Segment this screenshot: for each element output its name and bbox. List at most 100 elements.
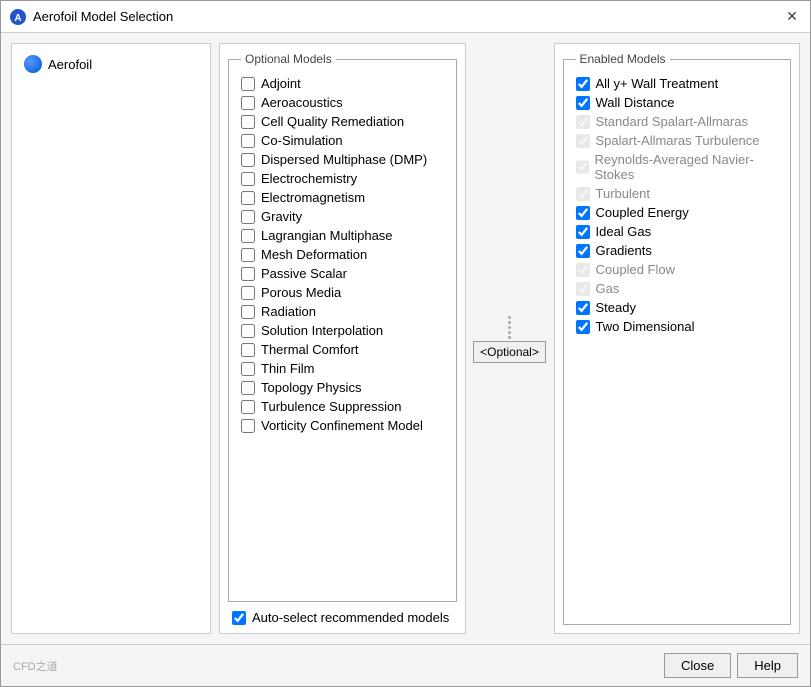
enabled-item: Coupled Flow (576, 260, 779, 279)
optional-label-18[interactable]: Vorticity Confinement Model (261, 418, 423, 433)
optional-label-13[interactable]: Solution Interpolation (261, 323, 383, 338)
enabled-label-12: Two Dimensional (596, 319, 695, 334)
optional-item: Vorticity Confinement Model (241, 416, 444, 435)
optional-checkbox-2[interactable] (241, 115, 255, 129)
auto-select-label[interactable]: Auto-select recommended models (252, 610, 449, 625)
optional-label-17[interactable]: Turbulence Suppression (261, 399, 401, 414)
auto-select-row: Auto-select recommended models (228, 602, 457, 625)
enabled-item: Steady (576, 298, 779, 317)
window-close-button[interactable]: ✕ (782, 7, 802, 27)
optional-label-11[interactable]: Porous Media (261, 285, 341, 300)
left-panel: Aerofoil (11, 43, 211, 634)
enabled-label-6: Coupled Energy (596, 205, 689, 220)
optional-label-15[interactable]: Thin Film (261, 361, 314, 376)
enabled-models-legend: Enabled Models (576, 52, 670, 66)
enabled-checkbox-12[interactable] (576, 320, 590, 334)
optional-checkbox-8[interactable] (241, 229, 255, 243)
aerofoil-label: Aerofoil (48, 57, 92, 72)
optional-label-1[interactable]: Aeroacoustics (261, 95, 343, 110)
optional-item: Electromagnetism (241, 188, 444, 207)
optional-item: Turbulence Suppression (241, 397, 444, 416)
optional-item: Adjoint (241, 74, 444, 93)
enabled-checkbox-10 (576, 282, 590, 296)
optional-checkbox-5[interactable] (241, 172, 255, 186)
window-title: Aerofoil Model Selection (33, 9, 173, 24)
optional-models-fieldset: Optional Models Adjoint Aeroacoustics Cell… (228, 52, 457, 602)
optional-label-9[interactable]: Mesh Deformation (261, 247, 367, 262)
watermark-text: CFD之道 (13, 658, 58, 674)
enabled-item: Gas (576, 279, 779, 298)
enabled-checkbox-0[interactable] (576, 77, 590, 91)
close-button[interactable]: Close (664, 653, 731, 678)
optional-label-4[interactable]: Dispersed Multiphase (DMP) (261, 152, 427, 167)
optional-label-10[interactable]: Passive Scalar (261, 266, 347, 281)
enabled-item: Ideal Gas (576, 222, 779, 241)
optional-models-panel: Optional Models Adjoint Aeroacoustics Cell… (219, 43, 466, 634)
optional-checkbox-3[interactable] (241, 134, 255, 148)
enabled-label-4: Reynolds-Averaged Navier-Stokes (595, 152, 779, 182)
optional-label-3[interactable]: Co-Simulation (261, 133, 343, 148)
content-area: Aerofoil Optional Models Adjoint Aeroacou… (1, 33, 810, 644)
enabled-checkbox-6[interactable] (576, 206, 590, 220)
optional-checkbox-1[interactable] (241, 96, 255, 110)
middle-row: Optional Models Adjoint Aeroacoustics Cell… (219, 43, 800, 634)
optional-checkbox-9[interactable] (241, 248, 255, 262)
optional-checkbox-10[interactable] (241, 267, 255, 281)
enabled-checkbox-8[interactable] (576, 244, 590, 258)
optional-checkbox-18[interactable] (241, 419, 255, 433)
optional-label-7[interactable]: Gravity (261, 209, 302, 224)
enabled-checkbox-7[interactable] (576, 225, 590, 239)
optional-item: Topology Physics (241, 378, 444, 397)
drag-handle (506, 314, 513, 341)
optional-label-0[interactable]: Adjoint (261, 76, 301, 91)
optional-label-2[interactable]: Cell Quality Remediation (261, 114, 404, 129)
optional-checkbox-0[interactable] (241, 77, 255, 91)
enabled-checkbox-4 (576, 160, 589, 174)
optional-item: Solution Interpolation (241, 321, 444, 340)
enabled-label-1: Wall Distance (596, 95, 675, 110)
main-window: A Aerofoil Model Selection ✕ Aerofoil Op… (0, 0, 811, 687)
optional-item: Passive Scalar (241, 264, 444, 283)
optional-checkbox-16[interactable] (241, 381, 255, 395)
optional-transfer-button[interactable]: <Optional> (473, 341, 546, 363)
enabled-label-11: Steady (596, 300, 636, 315)
optional-item: Thin Film (241, 359, 444, 378)
enabled-checkbox-5 (576, 187, 590, 201)
enabled-item: Spalart-Allmaras Turbulence (576, 131, 779, 150)
auto-select-checkbox[interactable] (232, 611, 246, 625)
optional-checkbox-15[interactable] (241, 362, 255, 376)
optional-label-5[interactable]: Electrochemistry (261, 171, 357, 186)
optional-checkbox-14[interactable] (241, 343, 255, 357)
tree-item-aerofoil[interactable]: Aerofoil (20, 52, 202, 76)
optional-label-16[interactable]: Topology Physics (261, 380, 361, 395)
optional-checkbox-4[interactable] (241, 153, 255, 167)
enabled-item: Turbulent (576, 184, 779, 203)
enabled-item: Two Dimensional (576, 317, 779, 336)
enabled-label-8: Gradients (596, 243, 652, 258)
enabled-item: Reynolds-Averaged Navier-Stokes (576, 150, 779, 184)
enabled-checkbox-11[interactable] (576, 301, 590, 315)
optional-label-8[interactable]: Lagrangian Multiphase (261, 228, 393, 243)
optional-checkbox-7[interactable] (241, 210, 255, 224)
enabled-label-9: Coupled Flow (596, 262, 676, 277)
optional-items-list: Adjoint Aeroacoustics Cell Quality Remedia… (241, 74, 444, 435)
optional-item: Cell Quality Remediation (241, 112, 444, 131)
optional-models-legend: Optional Models (241, 52, 336, 66)
optional-item: Lagrangian Multiphase (241, 226, 444, 245)
optional-label-14[interactable]: Thermal Comfort (261, 342, 359, 357)
optional-item: Radiation (241, 302, 444, 321)
optional-item: Aeroacoustics (241, 93, 444, 112)
enabled-checkbox-1[interactable] (576, 96, 590, 110)
optional-label-6[interactable]: Electromagnetism (261, 190, 365, 205)
optional-item: Gravity (241, 207, 444, 226)
optional-checkbox-17[interactable] (241, 400, 255, 414)
optional-checkbox-12[interactable] (241, 305, 255, 319)
optional-checkbox-13[interactable] (241, 324, 255, 338)
help-button[interactable]: Help (737, 653, 798, 678)
title-bar-left: A Aerofoil Model Selection (9, 8, 173, 26)
bottom-bar: CFD之道 Close Help (1, 644, 810, 686)
optional-checkbox-11[interactable] (241, 286, 255, 300)
optional-checkbox-6[interactable] (241, 191, 255, 205)
optional-label-12[interactable]: Radiation (261, 304, 316, 319)
enabled-item: Gradients (576, 241, 779, 260)
